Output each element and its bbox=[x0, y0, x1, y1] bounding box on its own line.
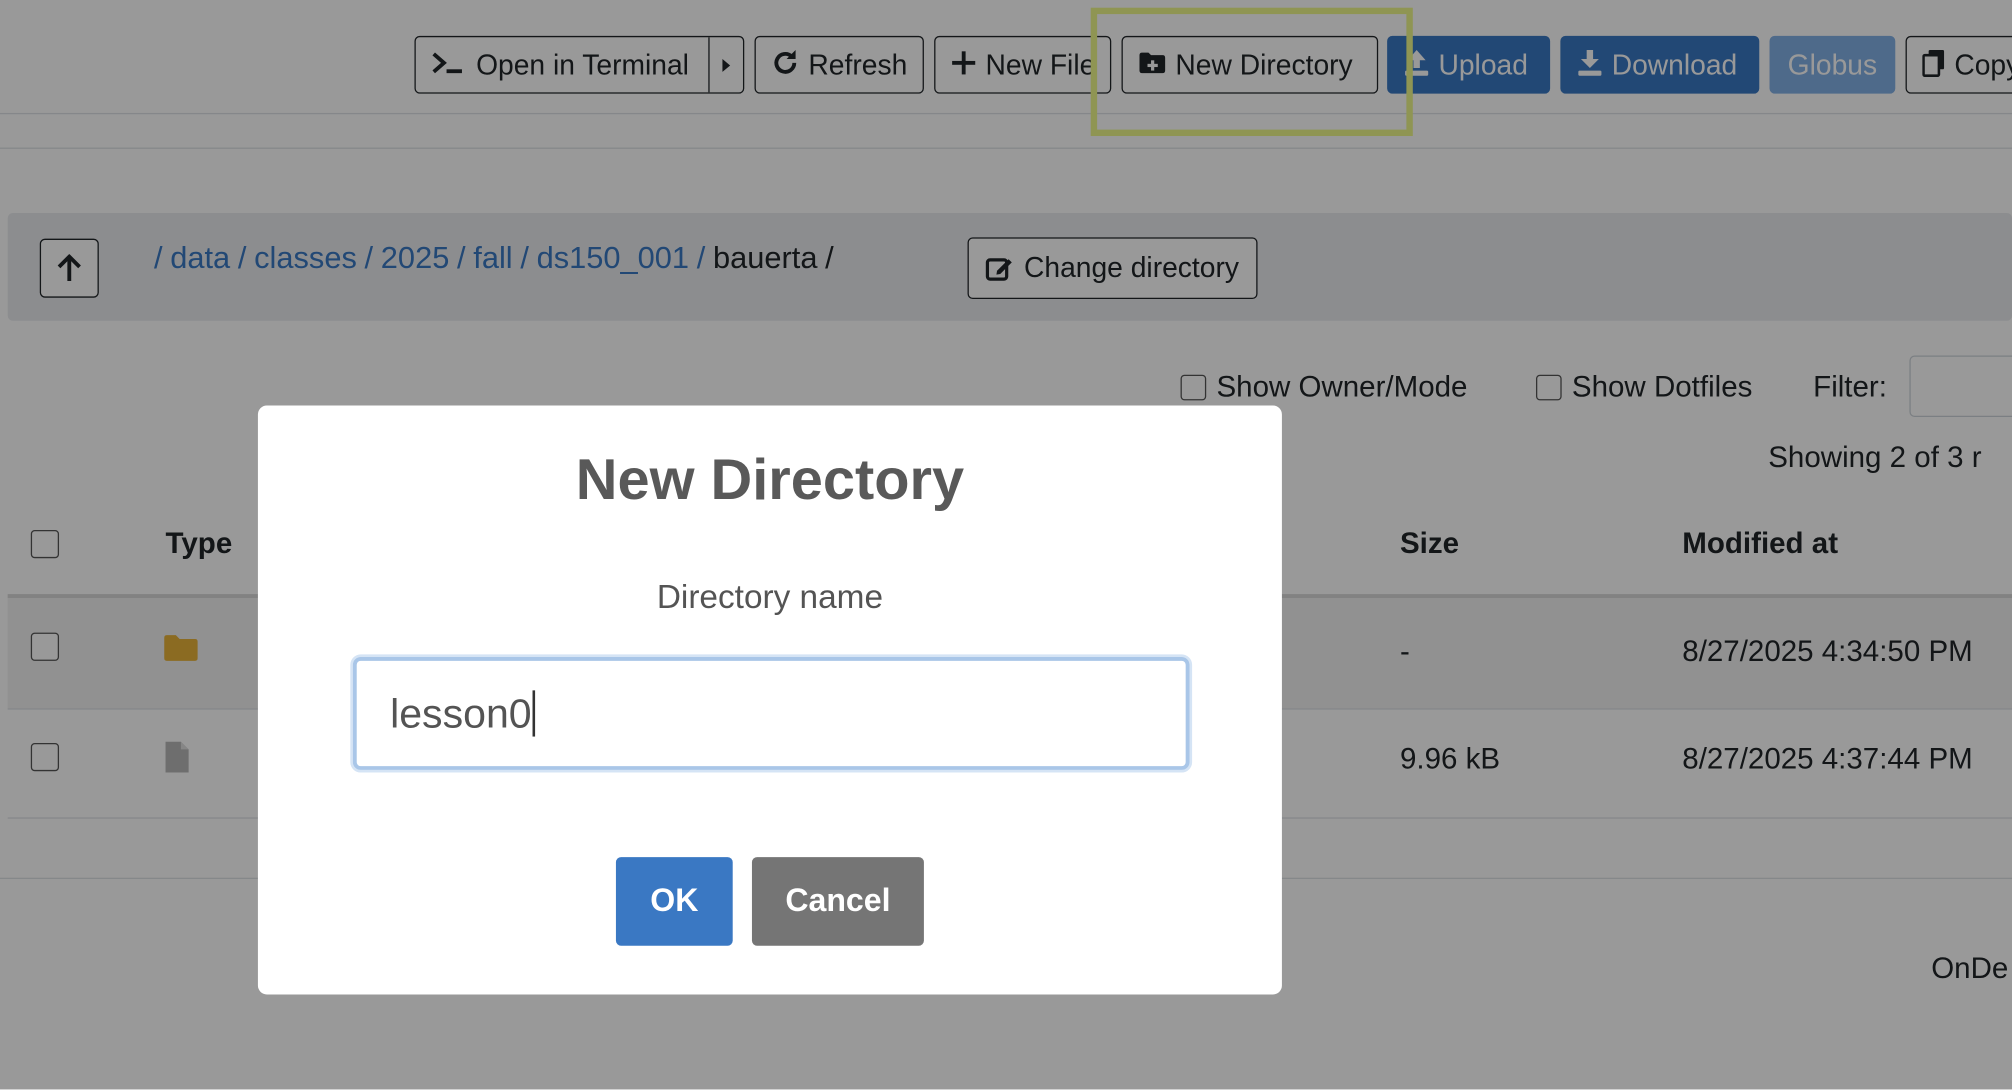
directory-name-label: Directory name bbox=[656, 577, 884, 616]
dialog-title: New Directory bbox=[575, 446, 965, 512]
directory-name-input[interactable]: lesson0 bbox=[352, 656, 1190, 770]
text-cursor bbox=[532, 690, 536, 737]
page: Open in Terminal Refresh New File New Di… bbox=[0, 0, 2012, 1090]
ok-button[interactable]: OK bbox=[615, 857, 733, 946]
directory-name-value: lesson0 bbox=[390, 689, 532, 736]
new-directory-dialog: New Directory Directory name lesson0 OK … bbox=[257, 405, 1282, 995]
cancel-button[interactable]: Cancel bbox=[751, 857, 924, 946]
